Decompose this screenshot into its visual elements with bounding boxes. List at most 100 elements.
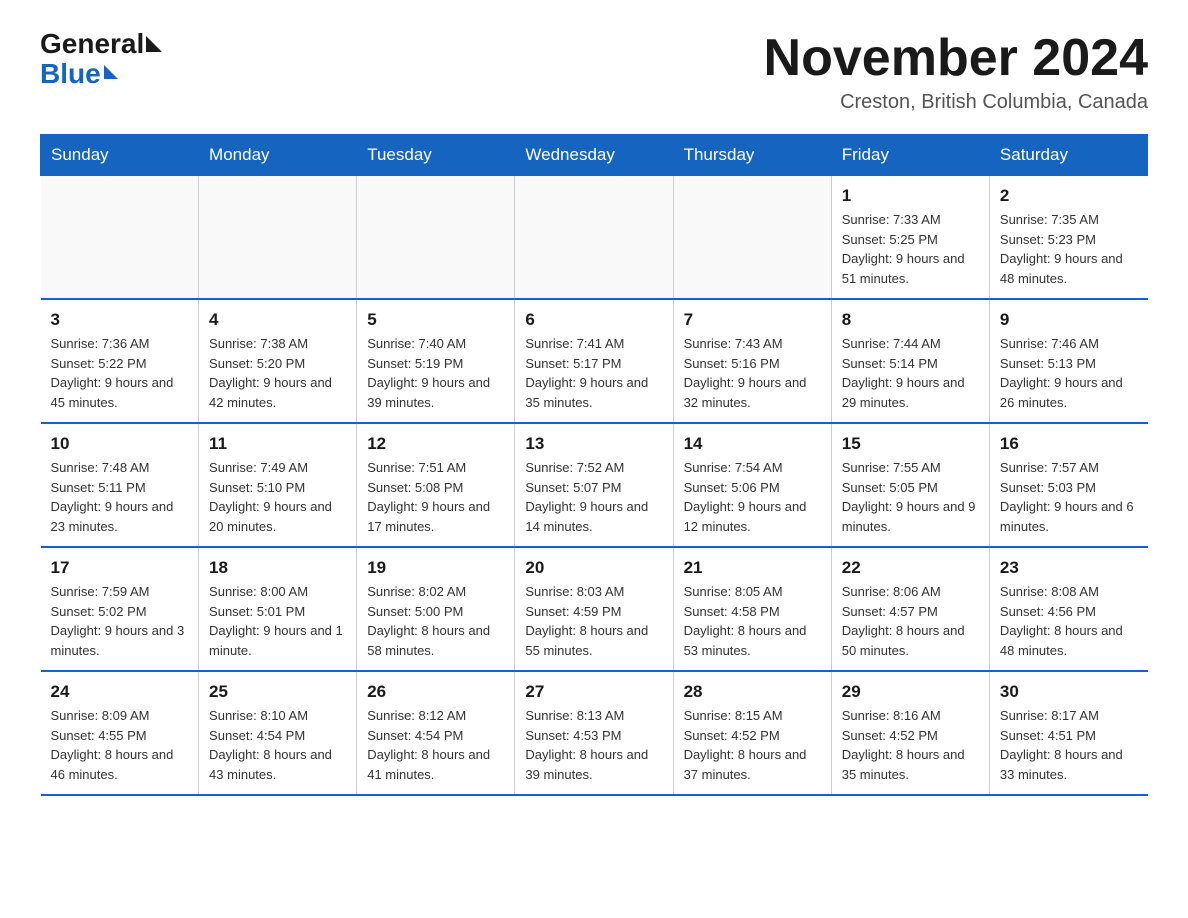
table-row: 5 Sunrise: 7:40 AM Sunset: 5:19 PM Daylig… <box>357 299 515 423</box>
day-number: 18 <box>209 558 346 578</box>
day-info: Sunrise: 7:49 AM Sunset: 5:10 PM Dayligh… <box>209 458 346 536</box>
table-row: 4 Sunrise: 7:38 AM Sunset: 5:20 PM Daylig… <box>199 299 357 423</box>
table-row: 9Sunrise: 7:46 AM Sunset: 5:13 PM Daylig… <box>989 299 1147 423</box>
day-info: Sunrise: 8:06 AM Sunset: 4:57 PM Dayligh… <box>842 582 979 660</box>
day-info: Sunrise: 7:41 AM Sunset: 5:17 PM Dayligh… <box>525 334 662 412</box>
day-number: 16 <box>1000 434 1138 454</box>
day-number: 15 <box>842 434 979 454</box>
col-tuesday: Tuesday <box>357 135 515 176</box>
col-wednesday: Wednesday <box>515 135 673 176</box>
table-row: 20Sunrise: 8:03 AM Sunset: 4:59 PM Dayli… <box>515 547 673 671</box>
day-number: 5 <box>367 310 504 330</box>
day-number: 27 <box>525 682 662 702</box>
day-info: Sunrise: 8:17 AM Sunset: 4:51 PM Dayligh… <box>1000 706 1138 784</box>
col-saturday: Saturday <box>989 135 1147 176</box>
day-info: Sunrise: 7:51 AM Sunset: 5:08 PM Dayligh… <box>367 458 504 536</box>
day-number: 23 <box>1000 558 1138 578</box>
day-info: Sunrise: 8:02 AM Sunset: 5:00 PM Dayligh… <box>367 582 504 660</box>
day-number: 30 <box>1000 682 1138 702</box>
page-header: General Blue November 2024 Creston, Brit… <box>40 30 1148 114</box>
table-row: 7 Sunrise: 7:43 AM Sunset: 5:16 PM Daylig… <box>673 299 831 423</box>
day-number: 19 <box>367 558 504 578</box>
day-number: 4 <box>209 310 346 330</box>
day-number: 1 <box>842 186 979 206</box>
table-row: 2 Sunrise: 7:35 AM Sunset: 5:23 PM Daylig… <box>989 176 1147 300</box>
day-number: 9 <box>1000 310 1138 330</box>
day-number: 26 <box>367 682 504 702</box>
table-row: 8Sunrise: 7:44 AM Sunset: 5:14 PM Daylig… <box>831 299 989 423</box>
day-number: 29 <box>842 682 979 702</box>
table-row: 22Sunrise: 8:06 AM Sunset: 4:57 PM Dayli… <box>831 547 989 671</box>
day-number: 12 <box>367 434 504 454</box>
day-info: Sunrise: 7:38 AM Sunset: 5:20 PM Dayligh… <box>209 334 346 412</box>
table-row: 21 Sunrise: 8:05 AM Sunset: 4:58 PM Dayli… <box>673 547 831 671</box>
day-number: 24 <box>51 682 189 702</box>
table-row <box>357 176 515 300</box>
day-number: 7 <box>684 310 821 330</box>
day-info: Sunrise: 7:40 AM Sunset: 5:19 PM Dayligh… <box>367 334 504 412</box>
table-row: 14 Sunrise: 7:54 AM Sunset: 5:06 PM Dayli… <box>673 423 831 547</box>
logo-general-text: General <box>40 30 162 58</box>
day-info: Sunrise: 7:59 AM Sunset: 5:02 PM Dayligh… <box>51 582 189 660</box>
table-row: 1 Sunrise: 7:33 AM Sunset: 5:25 PM Daylig… <box>831 176 989 300</box>
day-info: Sunrise: 8:10 AM Sunset: 4:54 PM Dayligh… <box>209 706 346 784</box>
day-info: Sunrise: 7:54 AM Sunset: 5:06 PM Dayligh… <box>684 458 821 536</box>
table-row: 16 Sunrise: 7:57 AM Sunset: 5:03 PM Dayli… <box>989 423 1147 547</box>
table-row: 29 Sunrise: 8:16 AM Sunset: 4:52 PM Dayli… <box>831 671 989 795</box>
table-row <box>515 176 673 300</box>
day-number: 10 <box>51 434 189 454</box>
day-info: Sunrise: 8:15 AM Sunset: 4:52 PM Dayligh… <box>684 706 821 784</box>
day-number: 13 <box>525 434 662 454</box>
calendar-week-row: 3Sunrise: 7:36 AM Sunset: 5:22 PM Daylig… <box>41 299 1148 423</box>
calendar-table: Sunday Monday Tuesday Wednesday Thursday… <box>40 134 1148 796</box>
table-row: 26 Sunrise: 8:12 AM Sunset: 4:54 PM Dayli… <box>357 671 515 795</box>
table-row <box>199 176 357 300</box>
table-row: 10 Sunrise: 7:48 AM Sunset: 5:11 PM Dayli… <box>41 423 199 547</box>
day-number: 17 <box>51 558 189 578</box>
day-info: Sunrise: 7:33 AM Sunset: 5:25 PM Dayligh… <box>842 210 979 288</box>
day-info: Sunrise: 7:35 AM Sunset: 5:23 PM Dayligh… <box>1000 210 1138 288</box>
day-info: Sunrise: 8:05 AM Sunset: 4:58 PM Dayligh… <box>684 582 821 660</box>
day-info: Sunrise: 7:55 AM Sunset: 5:05 PM Dayligh… <box>842 458 979 536</box>
logo: General Blue <box>40 30 162 90</box>
day-number: 8 <box>842 310 979 330</box>
table-row: 27 Sunrise: 8:13 AM Sunset: 4:53 PM Dayli… <box>515 671 673 795</box>
day-number: 28 <box>684 682 821 702</box>
table-row: 6Sunrise: 7:41 AM Sunset: 5:17 PM Daylig… <box>515 299 673 423</box>
table-row: 13Sunrise: 7:52 AM Sunset: 5:07 PM Dayli… <box>515 423 673 547</box>
table-row: 19 Sunrise: 8:02 AM Sunset: 5:00 PM Dayli… <box>357 547 515 671</box>
calendar-week-row: 24 Sunrise: 8:09 AM Sunset: 4:55 PM Dayli… <box>41 671 1148 795</box>
table-row <box>41 176 199 300</box>
table-row: 3Sunrise: 7:36 AM Sunset: 5:22 PM Daylig… <box>41 299 199 423</box>
day-number: 2 <box>1000 186 1138 206</box>
table-row: 12 Sunrise: 7:51 AM Sunset: 5:08 PM Dayli… <box>357 423 515 547</box>
col-friday: Friday <box>831 135 989 176</box>
calendar-week-row: 1 Sunrise: 7:33 AM Sunset: 5:25 PM Daylig… <box>41 176 1148 300</box>
col-monday: Monday <box>199 135 357 176</box>
day-info: Sunrise: 8:16 AM Sunset: 4:52 PM Dayligh… <box>842 706 979 784</box>
title-section: November 2024 Creston, British Columbia,… <box>764 30 1148 114</box>
calendar-week-row: 10 Sunrise: 7:48 AM Sunset: 5:11 PM Dayli… <box>41 423 1148 547</box>
table-row: 30 Sunrise: 8:17 AM Sunset: 4:51 PM Dayli… <box>989 671 1147 795</box>
table-row <box>673 176 831 300</box>
day-info: Sunrise: 7:57 AM Sunset: 5:03 PM Dayligh… <box>1000 458 1138 536</box>
day-number: 21 <box>684 558 821 578</box>
day-info: Sunrise: 8:09 AM Sunset: 4:55 PM Dayligh… <box>51 706 189 784</box>
day-info: Sunrise: 7:43 AM Sunset: 5:16 PM Dayligh… <box>684 334 821 412</box>
day-info: Sunrise: 7:48 AM Sunset: 5:11 PM Dayligh… <box>51 458 189 536</box>
calendar-week-row: 17 Sunrise: 7:59 AM Sunset: 5:02 PM Dayli… <box>41 547 1148 671</box>
table-row: 11Sunrise: 7:49 AM Sunset: 5:10 PM Dayli… <box>199 423 357 547</box>
location-text: Creston, British Columbia, Canada <box>764 91 1148 114</box>
day-info: Sunrise: 8:12 AM Sunset: 4:54 PM Dayligh… <box>367 706 504 784</box>
col-sunday: Sunday <box>41 135 199 176</box>
col-thursday: Thursday <box>673 135 831 176</box>
calendar-header-row: Sunday Monday Tuesday Wednesday Thursday… <box>41 135 1148 176</box>
table-row: 17 Sunrise: 7:59 AM Sunset: 5:02 PM Dayli… <box>41 547 199 671</box>
day-info: Sunrise: 7:36 AM Sunset: 5:22 PM Dayligh… <box>51 334 189 412</box>
table-row: 23Sunrise: 8:08 AM Sunset: 4:56 PM Dayli… <box>989 547 1147 671</box>
day-info: Sunrise: 8:13 AM Sunset: 4:53 PM Dayligh… <box>525 706 662 784</box>
table-row: 25Sunrise: 8:10 AM Sunset: 4:54 PM Dayli… <box>199 671 357 795</box>
month-title: November 2024 <box>764 30 1148 87</box>
logo-blue-text: Blue <box>40 58 118 90</box>
day-number: 14 <box>684 434 821 454</box>
